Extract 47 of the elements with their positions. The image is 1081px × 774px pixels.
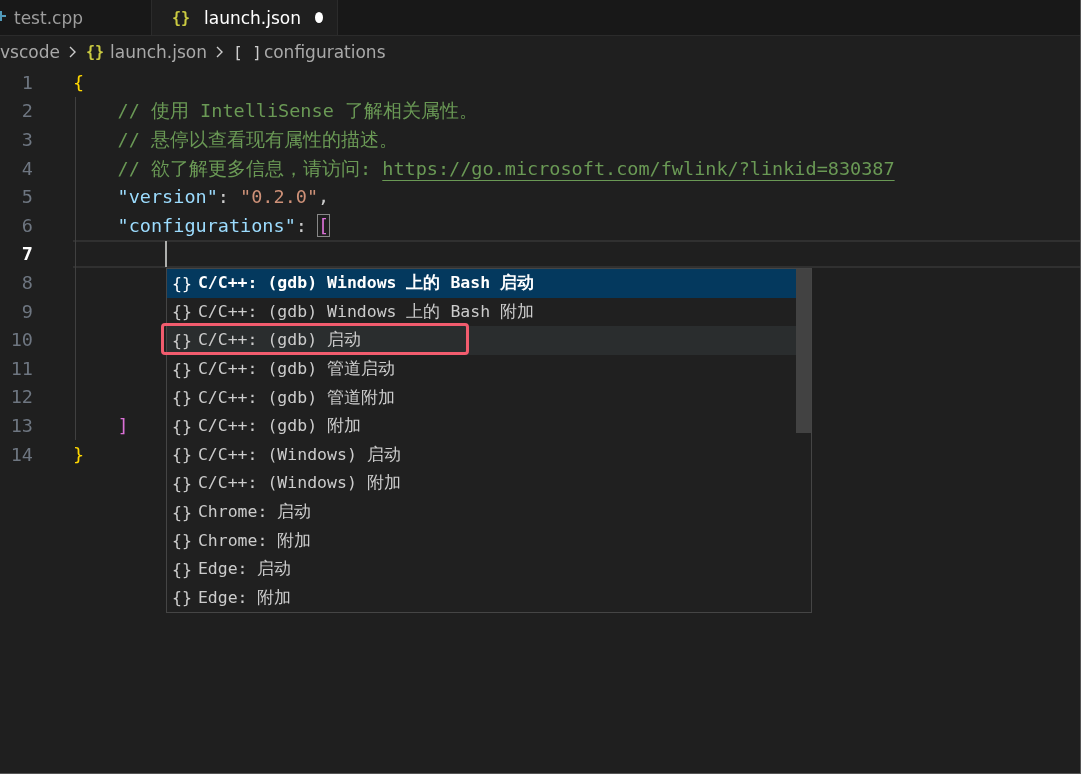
- line-number: 2: [20, 100, 33, 122]
- line-number: 9: [20, 300, 33, 322]
- punctuation-token: :: [217, 186, 230, 208]
- suggestion-item[interactable]: {} C/C++: (Windows) 启动: [167, 440, 796, 470]
- json-key: "configurations": [117, 214, 296, 236]
- line-number: 5: [20, 186, 33, 208]
- line-number: 8: [20, 271, 33, 293]
- suggestion-item[interactable]: {} Edge: 启动: [167, 554, 796, 584]
- suggestion-item[interactable]: {} C/C++: (gdb) 管道附加: [167, 383, 796, 412]
- suggestion-item[interactable]: {} Edge: 附加: [167, 583, 796, 613]
- editor-tab[interactable]: test.cpp: [0, 0, 152, 35]
- line-number: 4: [20, 157, 33, 179]
- suggestion-item[interactable]: {} Chrome: 附加: [167, 526, 796, 555]
- brace-token: {: [73, 71, 85, 93]
- code-link[interactable]: https://go.microsoft.com/fwlink/?linkid=830387: [382, 157, 895, 179]
- editor-tab[interactable]: {} launch.json: [152, 0, 338, 35]
- chevron-icon: [67, 45, 78, 59]
- punctuation-token: :: [295, 214, 308, 236]
- breadcrumb-item[interactable]: {} launch.json: [85, 42, 207, 62]
- suggestion-item[interactable]: {} Chrome: 启动: [167, 497, 796, 527]
- suggestion-item[interactable]: {} C/C++: (gdb) 附加: [167, 411, 796, 441]
- suggestion-item[interactable]: {} C/C++: (gdb) 管道启动: [167, 354, 796, 384]
- brace-token: }: [73, 443, 85, 465]
- scrollbar-thumb[interactable]: [796, 269, 811, 433]
- chevron-icon: [214, 45, 225, 59]
- bracket-token: [: [318, 214, 330, 236]
- punctuation-token: ,: [318, 186, 330, 208]
- breadcrumb-item[interactable]: [ ]configurations: [232, 42, 386, 62]
- line-number: 11: [9, 357, 33, 379]
- suggestion-item[interactable]: {} C/C++: (gdb) Windows 上的 Bash 启动: [167, 269, 796, 298]
- json-key: "version": [117, 186, 218, 208]
- code-comment: // 使用 IntelliSense 了解相关属性。: [117, 99, 478, 124]
- bracket-token: ]: [117, 414, 129, 436]
- line-number: 10: [9, 329, 33, 351]
- line-number: 13: [9, 414, 33, 436]
- line-number: 7: [20, 243, 33, 265]
- suggestion-item[interactable]: {} C/C++: (Windows) 附加: [167, 469, 796, 498]
- line-number: 3: [20, 129, 33, 150]
- suggestion-item[interactable]: {} C/C++: (gdb) Windows 上的 Bash 附加: [167, 297, 796, 327]
- code-comment: // 悬停以查看现有属性的描述。: [117, 128, 398, 152]
- line-number: 1: [20, 71, 33, 93]
- line-number: 12: [9, 386, 33, 408]
- line-number: 14: [9, 443, 33, 465]
- string-value: "0.2.0": [240, 186, 319, 208]
- line-number: 6: [20, 214, 33, 236]
- breadcrumb-item[interactable]: vscode: [0, 42, 60, 62]
- code-comment: // 欲了解更多信息，请访问:: [117, 156, 373, 181]
